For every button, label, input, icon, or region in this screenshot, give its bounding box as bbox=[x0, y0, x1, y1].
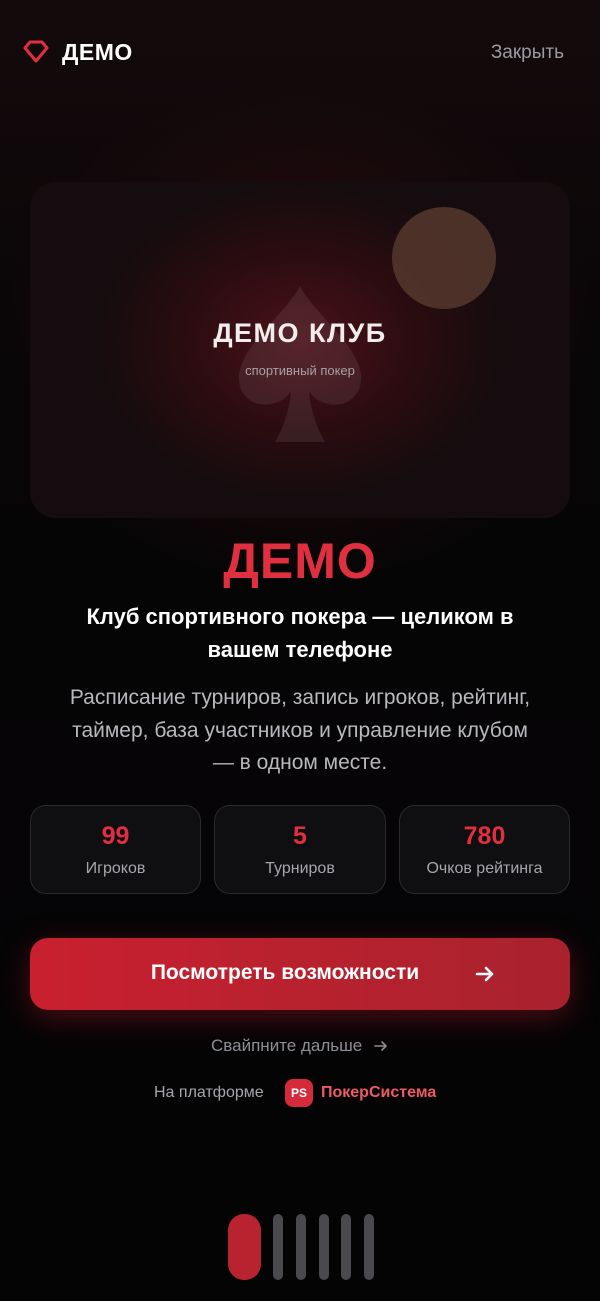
close-button[interactable]: Закрыть bbox=[491, 42, 564, 64]
stat-card-rating: 780 Очков рейтинга bbox=[399, 805, 570, 894]
platform-name-link[interactable]: ПокерСистема bbox=[321, 1084, 436, 1102]
hero-title: ДЕМО КЛУБ bbox=[213, 318, 387, 348]
page-dot-2[interactable] bbox=[273, 1214, 283, 1280]
tagline: Клуб спортивного покера — целиком в ваше… bbox=[86, 604, 514, 662]
top-bar: ДЕМО Закрыть bbox=[0, 0, 600, 108]
view-features-button[interactable]: Посмотреть возможности bbox=[30, 938, 570, 1010]
stat-value: 5 bbox=[293, 822, 307, 850]
stat-card-players: 99 Игроков bbox=[30, 805, 201, 894]
header-brand: ДЕМО bbox=[62, 39, 133, 65]
arrow-right-icon bbox=[374, 1040, 387, 1051]
description: Расписание турниров, запись игроков, рей… bbox=[69, 686, 531, 774]
stat-label: Игроков bbox=[85, 860, 146, 877]
arrow-right-icon bbox=[475, 966, 494, 982]
page-dot-5[interactable] bbox=[341, 1214, 351, 1280]
platform-logo-badge: PS bbox=[285, 1079, 313, 1107]
hero-card: ДЕМО КЛУБ спортивный покер bbox=[30, 182, 570, 518]
brand-heading: ДЕМО bbox=[223, 533, 377, 589]
page-dot-6[interactable] bbox=[364, 1214, 374, 1280]
platform-credit: На платформе PS ПокерСистема bbox=[0, 1078, 600, 1108]
stat-card-tournaments: 5 Турниров bbox=[214, 805, 386, 894]
cta-label: Посмотреть возможности bbox=[150, 961, 420, 984]
diamond-icon bbox=[23, 40, 49, 63]
hero-subtitle: спортивный покер bbox=[245, 363, 355, 378]
stat-value: 780 bbox=[463, 822, 506, 850]
swipe-hint[interactable]: Свайпните дальше bbox=[0, 1035, 600, 1056]
decorative-circle bbox=[392, 207, 496, 309]
page-dot-4[interactable] bbox=[319, 1214, 329, 1280]
page-dot-1[interactable] bbox=[228, 1214, 261, 1280]
stat-label: Очков рейтинга bbox=[426, 860, 543, 877]
stat-label: Турниров bbox=[265, 860, 335, 877]
stat-value: 99 bbox=[101, 822, 130, 850]
platform-label: На платформе bbox=[154, 1084, 264, 1101]
page-dot-3[interactable] bbox=[296, 1214, 306, 1280]
page-indicator bbox=[0, 1214, 600, 1280]
swipe-hint-text: Свайпните дальше bbox=[211, 1035, 363, 1055]
